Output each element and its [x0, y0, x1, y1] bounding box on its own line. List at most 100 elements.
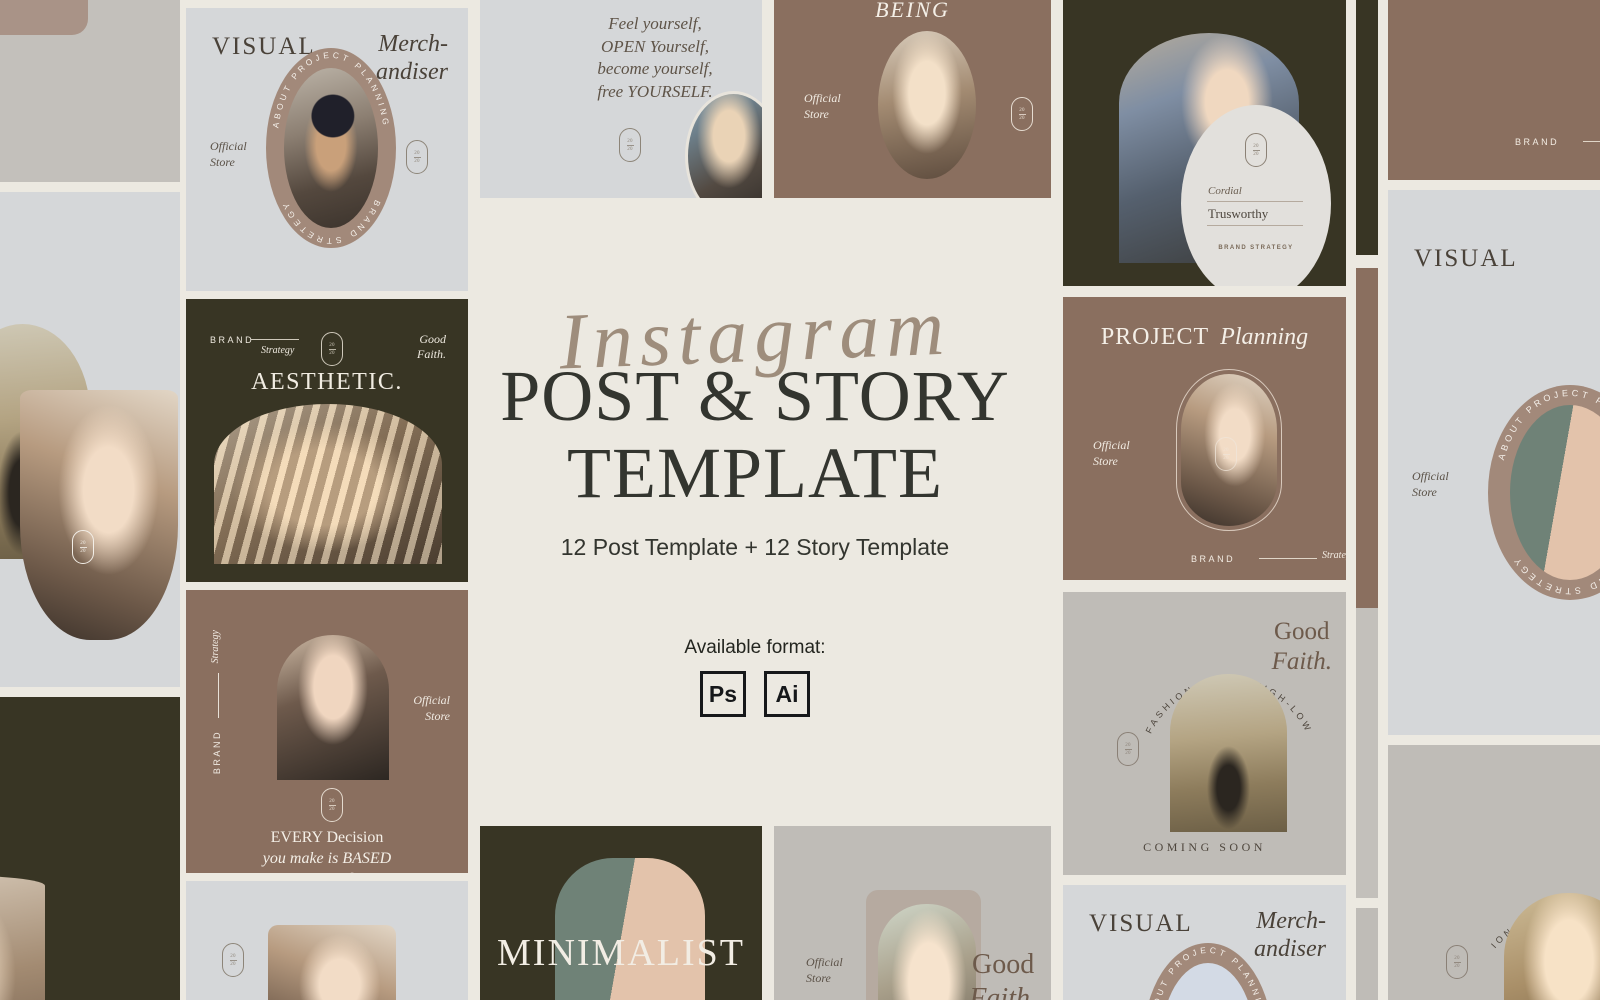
illustrator-badge[interactable]: Ai — [764, 671, 810, 718]
year-badge-aesthetic: 20 20 — [321, 332, 343, 366]
card-visual-merchandiser-bottom[interactable]: VISUAL Merch- andiser ABOUT PROJECT PLAN… — [1063, 885, 1346, 1000]
photo-field-runner — [1170, 674, 1287, 832]
faith-text: Faith. — [417, 347, 446, 361]
format-badges-row: Ps Ai — [475, 671, 1035, 718]
card-left-dark-bottom[interactable]: 20 20 — [0, 697, 180, 1000]
official-text: Official — [413, 693, 450, 707]
svg-text:ABOUT PROJECT PLANNING: ABOUT PROJECT PLANNING — [1147, 945, 1268, 1000]
photo-blonde-portrait: 20 20 — [20, 390, 178, 640]
card-col2-bottom-partial[interactable]: 20 20 — [186, 881, 468, 1000]
cordial-name-2: Trusworthy — [1208, 206, 1269, 221]
strategy-label-project: Strategy — [1322, 550, 1346, 561]
good-text: Good — [419, 332, 446, 346]
available-format-label: Available format: — [684, 637, 826, 659]
project-italic: Planning — [1220, 324, 1309, 350]
year-badge-feel: 20 20 — [619, 128, 641, 162]
quote-feel-yourself: Feel yourself, OPEN Yourself, become you… — [575, 13, 735, 103]
store-text: Store — [425, 709, 450, 724]
card-title-being: BEING — [875, 0, 950, 22]
card-good-faith-bottom[interactable]: Official Store Good Faith. — [774, 826, 1051, 1000]
year-badge-visual-top: 20 20 — [406, 140, 428, 174]
official-text: Official — [806, 955, 843, 969]
feel-line-1-a: Feel yourself, — [608, 14, 702, 33]
card-right-grey-block[interactable] — [1388, 600, 1600, 735]
badge-divider — [328, 804, 336, 806]
card-aesthetic[interactable]: BRAND Strategy 20 20 Good Faith. AESTHET… — [186, 299, 468, 582]
card-visual-merchandiser-top[interactable]: VISUAL Merch- andiser Official Store ABO… — [186, 8, 468, 291]
quote-line-2: you make is BASED — [262, 849, 392, 867]
card-cordial-trusworthy[interactable]: 20 20 Cordial Trusworthy BRAND STRATEGY — [1063, 0, 1346, 286]
card-title-minimalist: MINIMALIST — [497, 932, 745, 974]
photo-thinking-girl — [277, 635, 389, 780]
year-badge-col2-bottom: 20 20 — [222, 943, 244, 977]
hero-subtitle: 12 Post Template + 12 Story Template — [560, 534, 950, 561]
card-right-brown-sliver[interactable] — [1356, 268, 1378, 608]
official-store-being: Official Store — [804, 90, 841, 122]
card-title-right-visual: VISUAL — [1414, 245, 1518, 272]
official-text: Official — [210, 139, 247, 153]
official-store-every: Official Store — [413, 692, 450, 724]
card-title-visual-bottom: VISUAL — [1089, 910, 1193, 937]
card-right-grey-sliver[interactable] — [1356, 608, 1378, 898]
cordial-tagline: BRAND STRATEGY — [1218, 245, 1294, 251]
card-every-decision[interactable]: Strategy BRAND Official Store 20 20 EVER… — [186, 590, 468, 873]
store-text: Store — [1093, 454, 1118, 469]
photo-col2-bottom — [268, 925, 396, 1000]
good-faith-aesthetic: Good Faith. — [417, 332, 446, 362]
divider-line-project — [1259, 558, 1317, 559]
year-badge: 20 20 — [72, 530, 94, 564]
photo-tattoo-woman — [688, 94, 762, 198]
card-right-visual[interactable]: VISUAL Official Store ABOUT PROJECT PLAN… — [1388, 190, 1600, 610]
photo-leaf-eye — [555, 858, 705, 1000]
brand-label-right: BRAND — [1515, 137, 1560, 147]
card-right-highlow[interactable]: 20 20 ION LIKE A HIGH-LOW — [1388, 745, 1600, 1000]
hero-script-title: Instagram — [557, 283, 953, 387]
strategy-label-aesthetic: Strategy — [261, 345, 295, 356]
card-title-aesthetic: AESTHETIC. — [251, 369, 403, 395]
year-badge-being: 20 20 — [1011, 97, 1033, 131]
good-text: Good — [972, 949, 1035, 980]
divider-line-right — [1583, 141, 1600, 142]
merch-line-1: Merch- — [1256, 908, 1326, 934]
badge-divider — [1018, 113, 1026, 115]
hero-block: Instagram POST & STORY TEMPLATE 12 Post … — [475, 284, 1035, 718]
card-right-brand-brown[interactable]: BRAND — [1388, 0, 1600, 180]
photo-frame-tattoo-woman — [685, 91, 762, 198]
official-text: Official — [804, 91, 841, 105]
card-minimalist[interactable]: MINIMALIST — [480, 826, 762, 1000]
official-store-project: Official Store — [1093, 437, 1130, 469]
cordial-name-1: Cordial — [1208, 185, 1242, 197]
badge-divider — [1222, 453, 1230, 455]
year-badge-every: 20 20 — [321, 788, 343, 822]
svg-text:BRAND STRETEGY: BRAND STRETEGY — [279, 199, 382, 247]
card-left-strategy-overlay[interactable]: BRAND Strategy — [0, 0, 88, 35]
hero-title-line-2: TEMPLATE — [567, 432, 943, 513]
quote-line-1: EVERY Decision — [270, 829, 384, 846]
store-text: Store — [806, 971, 831, 986]
store-text: Store — [804, 107, 829, 122]
photoshop-badge[interactable]: Ps — [700, 671, 746, 718]
card-right-dark-sliver[interactable] — [1356, 0, 1378, 255]
feel-line-2: OPEN Yourself, — [600, 36, 709, 56]
photo-ponytail-woman — [878, 31, 976, 179]
official-text: Official — [1093, 438, 1130, 452]
official-text: Official — [1412, 469, 1449, 483]
badge-divider — [413, 156, 421, 158]
ring-text-bottom: ABOUT PROJECT PLANNING BRAND STRETEGY — [1143, 943, 1273, 1000]
card-feel-yourself[interactable]: Feel yourself, OPEN Yourself, become you… — [480, 0, 762, 198]
card-left-grey-middle[interactable]: 20 20 — [0, 192, 180, 687]
oval-info-plate: 20 20 Cordial Trusworthy BRAND STRATEGY — [1181, 105, 1331, 286]
official-store-label: Official Store — [210, 138, 247, 170]
store-text: Store — [210, 155, 235, 170]
ring-text-right-visual: ABOUT PROJECT PLANNING BRAND STRETEGY — [1488, 385, 1600, 600]
svg-text:ABOUT PROJECT PLANNING: ABOUT PROJECT PLANNING — [270, 50, 391, 129]
card-project-planning[interactable]: PROJECT Planning Official Store 20 20 BR… — [1063, 297, 1346, 580]
year-badge-project: 20 20 — [1215, 437, 1237, 471]
brand-label-aesthetic: BRAND — [210, 335, 255, 345]
badge-divider — [79, 546, 87, 548]
card-right-greige-sliver[interactable] — [1356, 908, 1378, 1000]
divider-line-aesthetic — [251, 339, 299, 340]
card-being[interactable]: BEING Official Store 20 20 — [774, 0, 1051, 198]
card-coming-soon[interactable]: Good Faith. 20 20 FASHION LIKE A HIGH-LO… — [1063, 592, 1346, 875]
quote-every-decision: EVERY Decision you make is BASED on Bran… — [186, 828, 468, 873]
